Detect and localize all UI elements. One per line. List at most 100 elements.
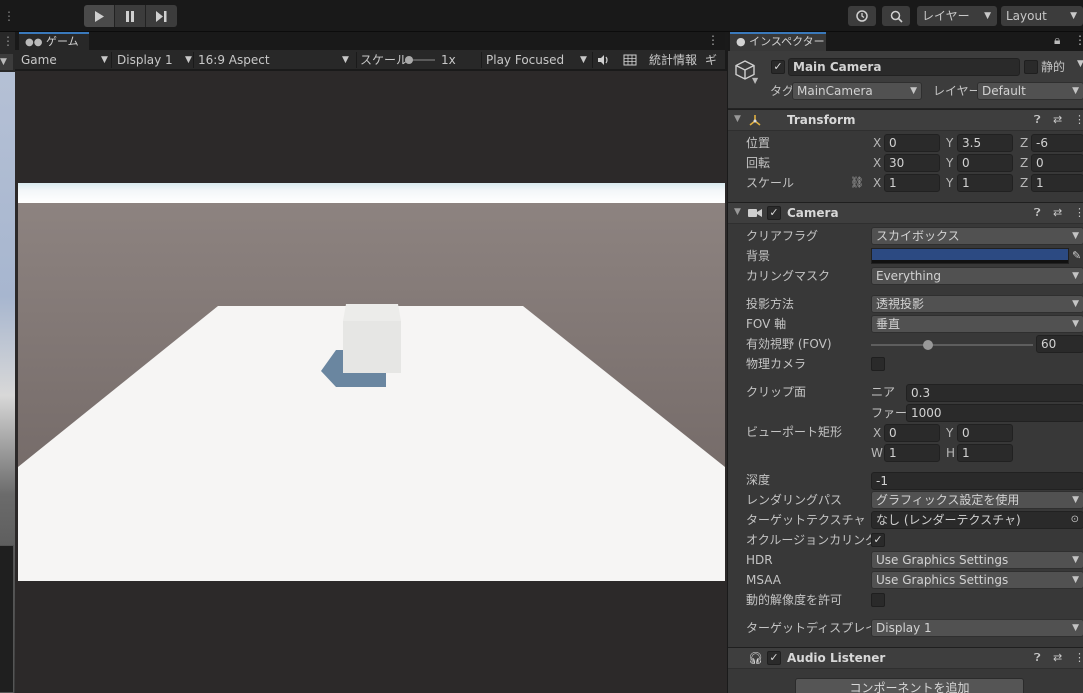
fov-slider[interactable] xyxy=(871,340,1033,350)
play-focus-dropdown[interactable]: Play Focused ▼ xyxy=(486,50,590,70)
projection-value: 透視投影 xyxy=(876,297,925,311)
preset-icon[interactable]: ⇄ xyxy=(1053,648,1062,668)
tag-dropdown[interactable]: MainCamera ▼ xyxy=(792,82,922,100)
hdr-dropdown[interactable]: Use Graphics Settings ▼ xyxy=(871,551,1083,569)
preset-icon[interactable]: ⇄ xyxy=(1053,203,1062,223)
icon-dropdown-arrow[interactable]: ▼ xyxy=(752,76,758,85)
step-button[interactable] xyxy=(146,5,177,27)
layers-dropdown-label: レイヤー xyxy=(922,9,970,23)
foldout-arrow-icon[interactable]: ▼ xyxy=(734,114,741,124)
viewport-y-field[interactable]: 0 xyxy=(957,424,1013,442)
help-icon[interactable]: ❓︎ xyxy=(1034,110,1041,130)
clear-flags-dropdown[interactable]: スカイボックス ▼ xyxy=(871,227,1083,245)
position-x-field[interactable]: 0 xyxy=(884,134,940,152)
aspect-dropdown[interactable]: 16:9 Aspect ▼ xyxy=(198,50,354,70)
stats-toggle[interactable]: 統計情報 xyxy=(649,50,697,70)
scene-menu-dots[interactable]: ⋮ xyxy=(2,34,14,48)
scale-x-field[interactable]: 1 xyxy=(884,174,940,192)
lock-button[interactable]: 🔒︎ xyxy=(1054,33,1060,48)
foldout-arrow-icon[interactable]: ▼ xyxy=(734,207,741,217)
msaa-dropdown[interactable]: Use Graphics Settings ▼ xyxy=(871,571,1083,589)
preset-icon[interactable]: ⇄ xyxy=(1053,110,1062,130)
rotation-y-field[interactable]: 0 xyxy=(957,154,1013,172)
occlusion-culling-checkbox[interactable]: ✓ xyxy=(871,533,885,547)
axis-label-z: Z xyxy=(1020,136,1029,150)
scale-y-field[interactable]: 1 xyxy=(957,174,1013,192)
position-z-field[interactable]: -6 xyxy=(1031,134,1083,152)
object-name-field[interactable]: Main Camera xyxy=(788,58,1020,76)
layer-dropdown[interactable]: Default ▼ xyxy=(977,82,1083,100)
viewport-h-field[interactable]: 1 xyxy=(957,444,1013,462)
toolbar-menu-dots[interactable]: ⋮ xyxy=(3,9,15,23)
position-y-field[interactable]: 3.5 xyxy=(957,134,1013,152)
component-menu-icon[interactable]: ⋮ xyxy=(1074,648,1083,668)
scale-z-field[interactable]: 1 xyxy=(1031,174,1083,192)
msaa-label: MSAA xyxy=(746,573,781,587)
scale-slider-thumb[interactable] xyxy=(405,56,413,64)
viewport-w-field[interactable]: 1 xyxy=(884,444,940,462)
depth-field[interactable]: -1 xyxy=(871,472,1083,490)
camera-header[interactable]: ▼ ✓ Camera ❓︎ ⇄ ⋮ xyxy=(728,202,1083,224)
culling-mask-dropdown[interactable]: Everything ▼ xyxy=(871,267,1083,285)
inspector-menu[interactable]: ⋮ xyxy=(1074,33,1083,47)
rotation-z-field[interactable]: 0 xyxy=(1031,154,1083,172)
step-icon xyxy=(156,10,167,22)
game-view[interactable] xyxy=(15,71,727,693)
help-icon[interactable]: ❓︎ xyxy=(1034,648,1041,668)
rotation-x-field[interactable]: 30 xyxy=(884,154,940,172)
object-picker-icon[interactable]: ⊙ xyxy=(1071,512,1079,528)
fov-value-field[interactable]: 60 xyxy=(1036,335,1083,353)
background-color-swatch[interactable] xyxy=(871,248,1069,264)
game-panel-menu[interactable]: ⋮ xyxy=(707,33,719,47)
layers-dropdown[interactable]: レイヤー ▼ xyxy=(917,6,997,26)
gizmos-toggle[interactable]: ギズ xyxy=(705,50,725,70)
lock-icon: 🔒︎ xyxy=(1054,33,1061,47)
camera-enabled-checkbox[interactable]: ✓ xyxy=(767,206,781,220)
projection-dropdown[interactable]: 透視投影 ▼ xyxy=(871,295,1083,313)
clipping-planes-label: クリップ面 xyxy=(746,385,807,399)
separator xyxy=(111,52,112,68)
component-menu-icon[interactable]: ⋮ xyxy=(1074,203,1083,223)
axis-label-x: X xyxy=(873,136,882,150)
scale-slider[interactable] xyxy=(405,56,435,64)
display-dropdown[interactable]: Display 1 ▼ xyxy=(117,50,195,70)
axis-label-z: Z xyxy=(1020,176,1029,190)
fov-axis-value: 垂直 xyxy=(876,317,901,331)
near-clip-field[interactable]: 0.3 xyxy=(906,384,1083,402)
active-checkbox[interactable]: ✓ xyxy=(771,60,785,74)
fov-slider-thumb[interactable] xyxy=(923,340,933,350)
fov-axis-dropdown[interactable]: 垂直 ▼ xyxy=(871,315,1083,333)
play-button[interactable] xyxy=(84,5,115,27)
target-texture-field[interactable]: なし (レンダーテクスチャ) ⊙ xyxy=(871,511,1083,529)
physical-camera-checkbox[interactable] xyxy=(871,357,885,371)
chevron-down-icon: ▼ xyxy=(1072,555,1079,565)
tab-inspector-label: インスペクター xyxy=(749,35,825,48)
tab-game[interactable]: ●● ゲーム xyxy=(19,32,89,50)
constrain-proportions-icon[interactable]: ⛓︎ xyxy=(850,174,864,192)
target-display-dropdown[interactable]: Display 1 ▼ xyxy=(871,619,1083,637)
mute-audio-button[interactable] xyxy=(597,54,611,66)
audio-listener-enabled-checkbox[interactable]: ✓ xyxy=(767,651,781,665)
eyedropper-icon[interactable]: ✎ xyxy=(1072,247,1081,265)
audio-listener-header[interactable]: 🎧︎ ✓ Audio Listener ❓︎ ⇄ ⋮ xyxy=(728,647,1083,669)
dynamic-resolution-checkbox[interactable] xyxy=(871,593,885,607)
history-button[interactable] xyxy=(848,6,876,26)
component-menu-icon[interactable]: ⋮ xyxy=(1074,110,1083,130)
tag-value: MainCamera xyxy=(797,84,873,98)
game-mode-dropdown[interactable]: Game ▼ xyxy=(21,50,109,70)
tab-inspector[interactable]: ● インスペクター xyxy=(730,32,826,51)
scene-dropdown-stub[interactable]: ▼ xyxy=(0,54,13,70)
pause-button[interactable] xyxy=(115,5,146,27)
add-component-button[interactable]: コンポーネントを追加 xyxy=(795,678,1024,693)
search-button[interactable] xyxy=(882,6,910,26)
grid-toggle-button[interactable] xyxy=(623,54,637,66)
transform-header[interactable]: ▼ Transform ❓︎ ⇄ ⋮ xyxy=(728,109,1083,131)
static-checkbox[interactable] xyxy=(1024,60,1038,74)
viewport-x-field[interactable]: 0 xyxy=(884,424,940,442)
rendering-path-dropdown[interactable]: グラフィックス設定を使用 ▼ xyxy=(871,491,1083,509)
static-dropdown-arrow[interactable]: ▼ xyxy=(1077,59,1083,69)
help-icon[interactable]: ❓︎ xyxy=(1034,203,1041,223)
layout-dropdown[interactable]: Layout ▼ xyxy=(1001,6,1083,26)
layout-dropdown-label: Layout xyxy=(1006,9,1047,23)
far-clip-field[interactable]: 1000 xyxy=(906,404,1083,422)
